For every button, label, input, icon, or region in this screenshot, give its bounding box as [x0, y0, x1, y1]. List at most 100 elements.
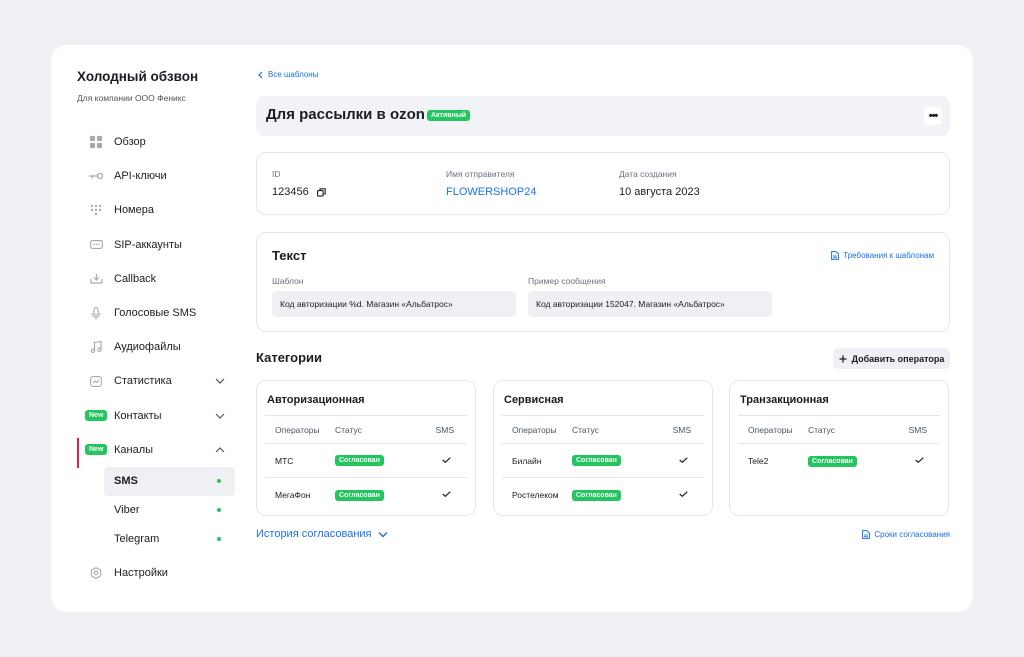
header-status: Статус: [808, 424, 835, 435]
approval-terms-label: Сроки согласования: [874, 530, 950, 539]
sidebar-subitem-telegram[interactable]: Telegram: [104, 525, 235, 554]
id-value: 123456: [272, 186, 309, 198]
sidebar-item-api-keys[interactable]: API-ключи: [77, 159, 235, 193]
chevron-down-icon: [378, 531, 388, 537]
sidebar-item-numbers[interactable]: Номера: [77, 193, 235, 227]
operator-name: Ростелеком: [512, 490, 559, 500]
key-icon: [89, 169, 103, 183]
check-icon: [915, 457, 924, 463]
operators-table: Операторы Статус SMS Tele2 Согласован: [738, 415, 940, 478]
sidebar-item-statistics[interactable]: Статистика: [77, 364, 235, 398]
sender-column: Имя отправителя FLOWERSHOP24: [446, 169, 536, 198]
sidebar-item-label: Callback: [114, 272, 157, 285]
new-badge: New: [85, 444, 108, 456]
status-badge: Согласован: [335, 489, 384, 501]
document-icon: [831, 251, 840, 260]
sidebar-item-channels[interactable]: New Каналы: [77, 433, 235, 468]
example-label: Пример сообщения: [528, 276, 606, 286]
more-options-button[interactable]: •••: [924, 107, 942, 125]
sidebar-item-settings[interactable]: Настройки: [77, 556, 235, 590]
operator-name: МТС: [275, 455, 294, 466]
status-badge: Согласован: [572, 489, 621, 501]
music-icon: [89, 340, 103, 354]
add-operator-label: Добавить оператора: [851, 353, 945, 364]
check-icon: [679, 491, 688, 497]
sender-value-link[interactable]: FLOWERSHOP24: [446, 186, 536, 198]
sidebar-subitem-label: Telegram: [114, 533, 160, 546]
header-operators: Операторы: [748, 424, 793, 435]
operator-name: МегаФон: [275, 490, 311, 500]
table-row: Ростелеком Согласован: [502, 478, 704, 512]
sidebar-item-label: Настройки: [114, 566, 168, 579]
categories-title: Категории: [256, 350, 323, 365]
table-row: Билайн Согласован: [502, 444, 704, 478]
grid-icon: [89, 135, 103, 149]
category-card-authorization: Авторизационная Операторы Статус SMS МТС…: [256, 380, 476, 516]
header-operators: Операторы: [275, 424, 320, 435]
new-badge: New: [85, 410, 108, 422]
sidebar-subitem-label: Viber: [114, 504, 140, 517]
back-link-label: Все шаблоны: [268, 70, 319, 79]
sidebar-item-overview[interactable]: Обзор: [77, 125, 235, 159]
sidebar-item-voice-sms[interactable]: Голосовые SMS: [77, 296, 235, 330]
id-value-row: 123456: [272, 186, 326, 198]
approval-history-label: История согласования: [256, 528, 372, 540]
copy-icon[interactable]: [316, 187, 326, 197]
status-dot: [217, 479, 221, 484]
text-section: Текст Требования к шаблонам Шаблон Код а…: [256, 232, 950, 332]
requirements-link-label: Требования к шаблонам: [843, 251, 934, 260]
sidebar-subitem-sms[interactable]: SMS: [104, 466, 235, 496]
callback-icon: [89, 272, 103, 286]
approval-history-toggle[interactable]: История согласования: [256, 528, 388, 540]
chevron-down-icon[interactable]: [215, 376, 225, 386]
template-title-bar: Для рассылки в ozon Активный •••: [256, 96, 950, 136]
sender-label: Имя отправителя: [446, 169, 515, 179]
sidebar-subitem-label: SMS: [114, 475, 138, 488]
sip-icon: [89, 238, 103, 252]
status-dot: [217, 508, 221, 513]
template-field[interactable]: Код авторизации %d. Магазин «Альбатрос»: [272, 291, 516, 317]
plus-icon: [839, 355, 847, 362]
example-field[interactable]: Код авторизации 152047. Магазин «Альбатр…: [528, 291, 772, 317]
category-card-transactional: Транзакционная Операторы Статус SMS Tele…: [729, 380, 949, 516]
status-badge: Согласован: [335, 455, 384, 466]
sidebar-item-label: Аудиофайлы: [114, 341, 181, 354]
date-column: Дата создания 10 августа 2023: [619, 169, 700, 198]
page-title: Для рассылки в ozon: [266, 106, 425, 123]
header-sms: SMS: [908, 424, 927, 435]
template-requirements-link[interactable]: Требования к шаблонам: [831, 251, 934, 260]
operator-name: Билайн: [512, 455, 542, 466]
id-label: ID: [272, 169, 281, 179]
table-row: МегаФон Согласован: [265, 478, 467, 512]
document-icon: [862, 530, 871, 539]
template-info-panel: ID 123456 Имя отправителя FLOWERSHOP24 Д…: [256, 152, 950, 215]
sidebar-item-audio[interactable]: Аудиофайлы: [77, 330, 235, 364]
sidebar-item-label: Контакты: [114, 409, 162, 422]
dialpad-icon: [89, 203, 103, 217]
category-title: Транзакционная: [740, 394, 829, 406]
sidebar-item-sip[interactable]: SIP-аккаунты: [77, 228, 235, 262]
table-header: Операторы Статус SMS: [738, 415, 940, 444]
sidebar-item-label: Номера: [114, 204, 154, 217]
header-status: Статус: [335, 424, 362, 435]
org-subtitle: Для компании ООО Феникс: [77, 93, 186, 103]
date-value: 10 августа 2023: [619, 186, 700, 198]
chevron-left-icon: [258, 71, 263, 78]
approval-terms-link[interactable]: Сроки согласования: [862, 530, 950, 539]
template-label: Шаблон: [272, 276, 304, 286]
status-badge: Согласован: [572, 455, 621, 466]
category-title: Сервисная: [504, 394, 564, 406]
sidebar-item-callback[interactable]: Callback: [77, 262, 235, 296]
check-icon: [679, 457, 688, 463]
chevron-down-icon[interactable]: [215, 411, 225, 421]
operators-table: Операторы Статус SMS МТС Согласован Мега…: [265, 415, 467, 512]
back-to-templates-link[interactable]: Все шаблоны: [257, 70, 318, 79]
more-dots-icon: •••: [928, 110, 939, 122]
sidebar-subitem-viber[interactable]: Viber: [104, 496, 235, 525]
add-operator-button[interactable]: Добавить оператора: [833, 348, 950, 369]
sidebar-item-label: Голосовые SMS: [114, 307, 197, 320]
sidebar-item-contacts[interactable]: New Контакты: [77, 399, 235, 433]
microphone-icon: [89, 306, 103, 320]
chevron-up-icon[interactable]: [215, 445, 225, 455]
sidebar-item-label: Статистика: [114, 375, 172, 388]
